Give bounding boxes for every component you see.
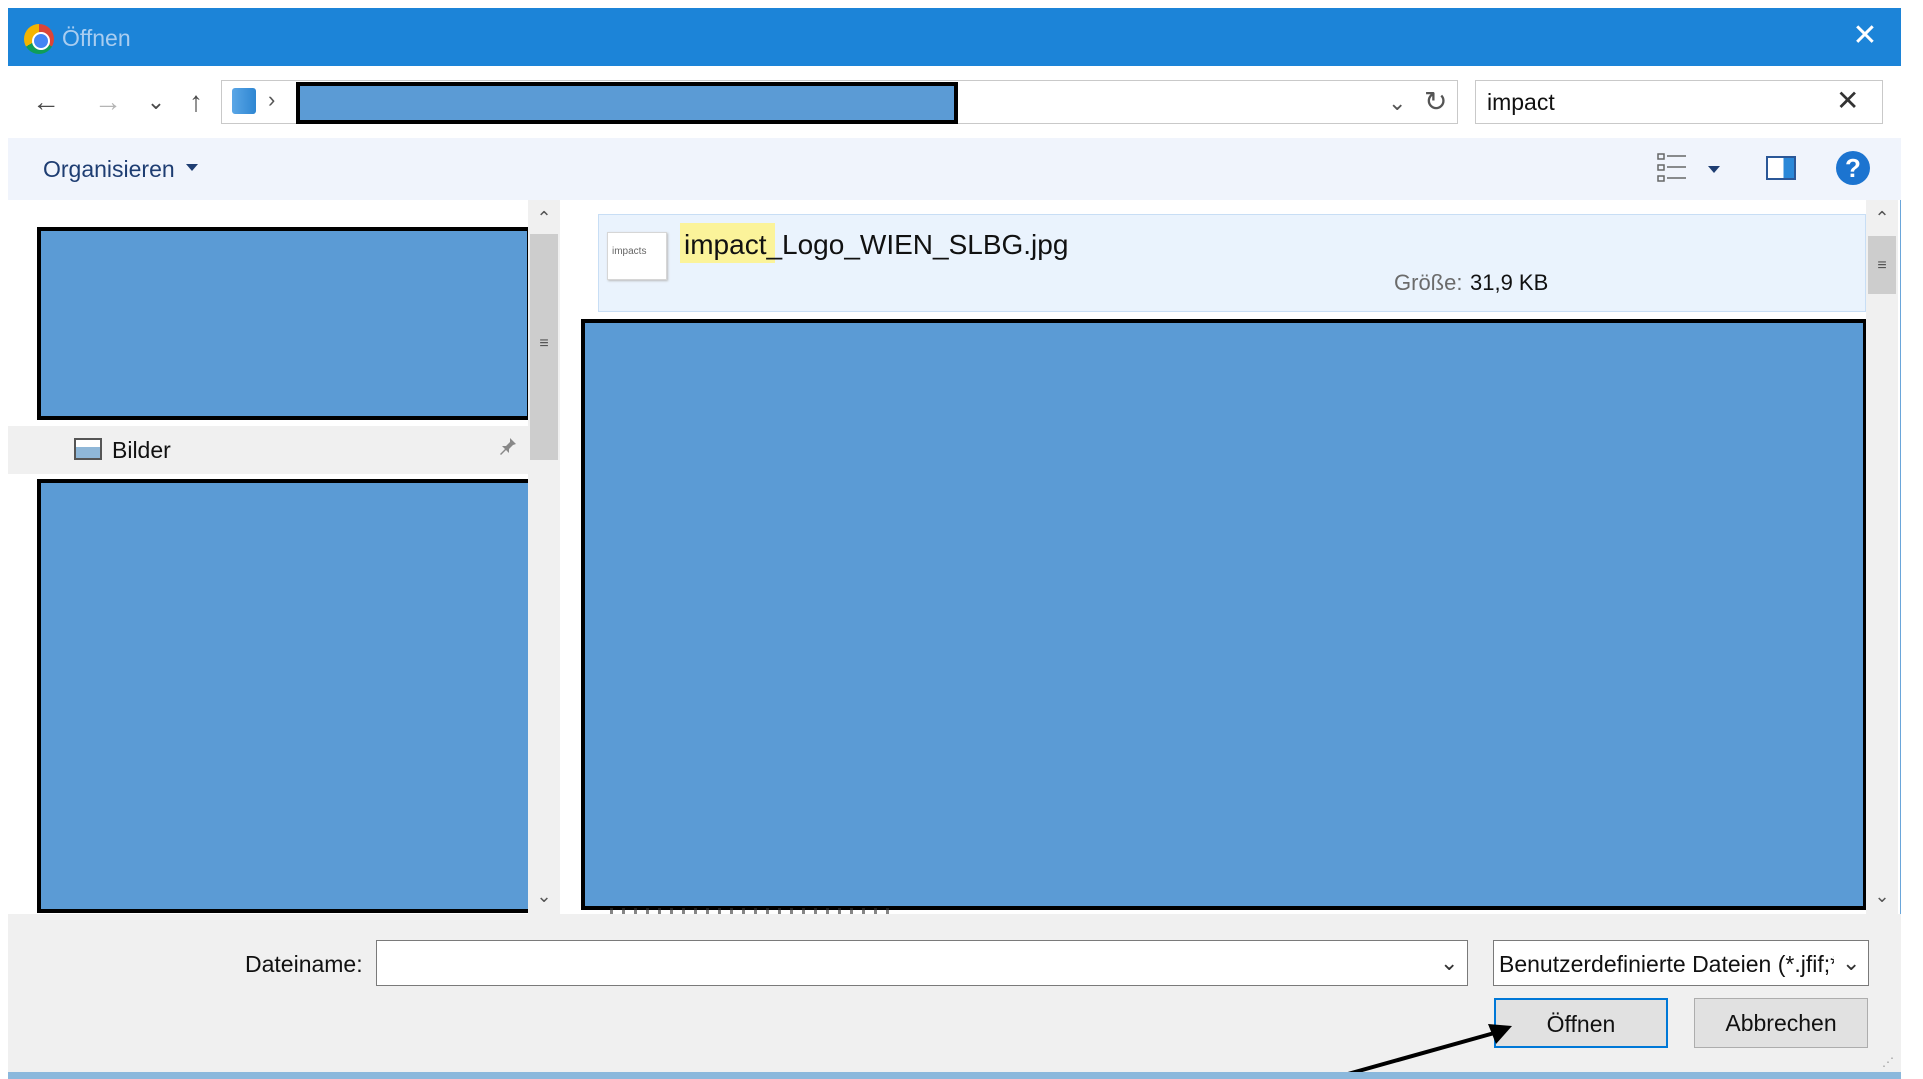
forward-button[interactable]: → [88, 82, 128, 122]
chrome-icon [24, 24, 54, 54]
clear-search-icon[interactable]: ✕ [1836, 84, 1859, 118]
refresh-icon[interactable]: ↻ [1424, 84, 1447, 120]
folder-location-icon [232, 88, 256, 114]
redacted-navigation-items-top [37, 227, 531, 420]
pin-icon-glyph [500, 438, 516, 455]
close-button[interactable]: ✕ [1840, 18, 1890, 56]
address-dropdown-icon[interactable]: ⌄ [1388, 88, 1406, 118]
file-name-rest: _Logo_WIEN_SLBG.jpg [766, 229, 1069, 260]
scroll-up-icon[interactable]: ⌃ [1868, 204, 1896, 232]
up-button[interactable]: ↑ [176, 82, 216, 122]
file-name-match: impact [684, 229, 767, 260]
file-size-label: Größe: [1394, 270, 1463, 295]
back-button[interactable]: ← [26, 82, 66, 122]
redacted-file-list [581, 319, 1867, 910]
filename-dropdown-icon[interactable]: ⌄ [1440, 948, 1458, 978]
redacted-path [296, 82, 958, 124]
window-title: Öffnen [62, 25, 131, 51]
organize-menu-button[interactable]: Organisieren [43, 153, 175, 185]
recent-locations-button[interactable]: ⌄ [136, 82, 176, 122]
window-bottom-edge [8, 1072, 1901, 1079]
pin-icon[interactable] [498, 436, 518, 467]
scroll-up-icon[interactable]: ⌃ [530, 204, 558, 232]
file-size-value: 31,9 KB [1470, 270, 1549, 295]
filename-label: Dateiname: [245, 951, 363, 977]
filetype-dropdown-icon[interactable]: ⌄ [1842, 948, 1860, 978]
view-dropdown-icon[interactable] [1708, 166, 1720, 173]
file-name[interactable]: impact_Logo_WIEN_SLBG.jpg [684, 228, 1068, 262]
toolbar [8, 138, 1901, 200]
sidebar-item-label: Bilder [112, 437, 171, 463]
cancel-button[interactable]: Abbrechen [1694, 998, 1868, 1048]
redacted-navigation-items-bottom [37, 479, 533, 913]
help-icon[interactable]: ? [1836, 151, 1870, 185]
dialog-footer [8, 914, 1901, 1079]
search-input-value[interactable]: impact [1487, 86, 1555, 118]
scroll-down-icon[interactable]: ⌄ [530, 882, 558, 910]
scroll-grip-icon: ≡ [1877, 257, 1887, 274]
resize-grip-icon[interactable]: ⋰ [1882, 1054, 1898, 1070]
pictures-icon [74, 438, 102, 460]
organize-caret-icon[interactable] [186, 164, 198, 171]
scroll-down-icon[interactable]: ⌄ [1868, 882, 1896, 910]
file-list-scrollbar[interactable] [1866, 200, 1898, 914]
view-options-icon[interactable] [1657, 152, 1687, 184]
open-button[interactable]: Öffnen [1494, 998, 1668, 1048]
scroll-grip-icon: ≡ [539, 335, 549, 352]
annotation-arrow [1329, 1024, 1512, 1079]
filetype-value[interactable]: Benutzerdefinierte Dateien (*.jfif;*.pjp… [1499, 948, 1834, 980]
path-separator-icon[interactable]: › [268, 84, 275, 116]
preview-pane-icon[interactable] [1766, 156, 1796, 180]
filename-field[interactable] [376, 940, 1468, 986]
file-thumbnail-text: impacts [612, 246, 647, 257]
title-bar[interactable] [8, 8, 1901, 66]
